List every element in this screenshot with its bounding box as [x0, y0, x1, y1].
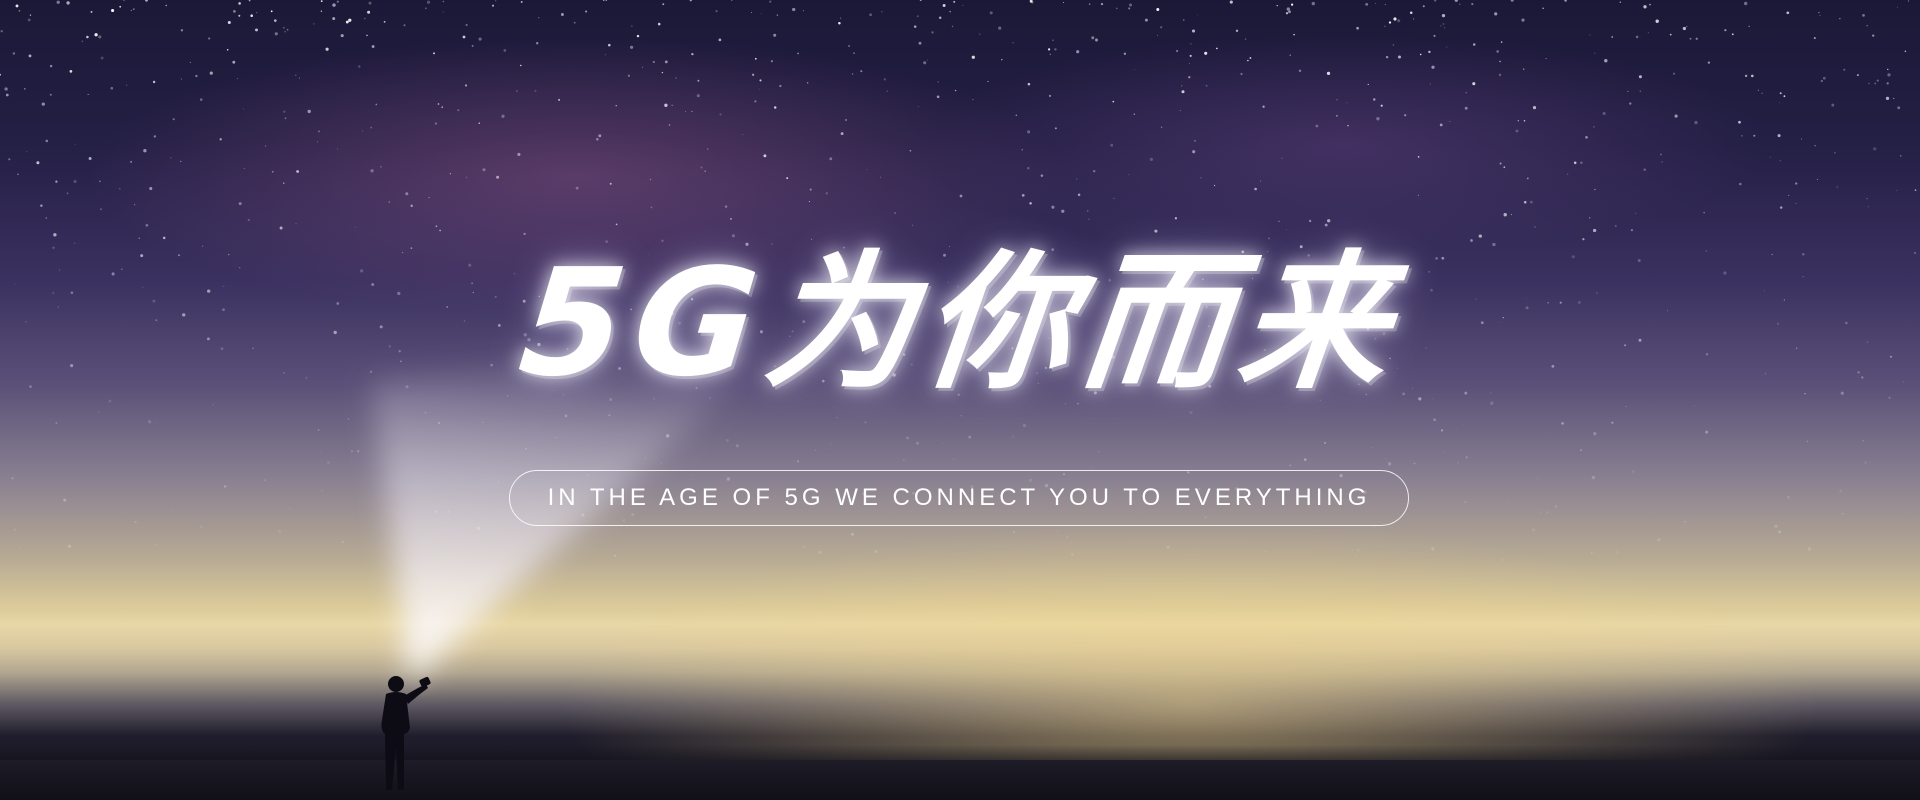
- person-silhouette-icon: [381, 676, 431, 790]
- subtitle-text: IN THE AGE OF 5G WE CONNECT YOU TO EVERY…: [547, 484, 1371, 511]
- ground: [0, 760, 1920, 800]
- hero-banner: 5G为你而来 IN THE AGE OF 5G WE CONNECT YOU T…: [0, 0, 1920, 800]
- page-title: 5G为你而来: [512, 237, 1408, 409]
- subtitle-pill: IN THE AGE OF 5G WE CONNECT YOU TO EVERY…: [509, 470, 1409, 526]
